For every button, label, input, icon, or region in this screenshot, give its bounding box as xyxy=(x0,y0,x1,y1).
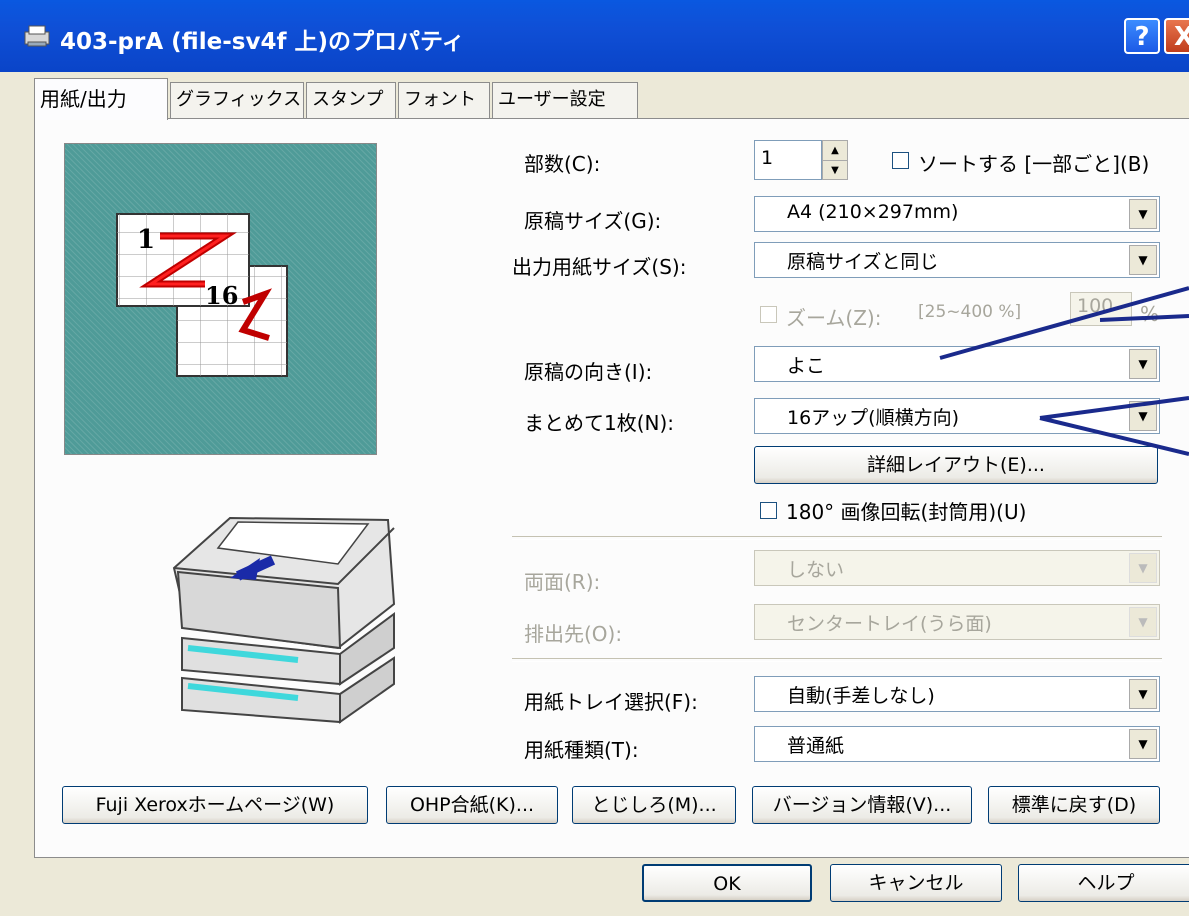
nup-preview-graphic: 1 16 xyxy=(116,213,288,377)
paper-type-label: 用紙種類(T): xyxy=(524,738,639,762)
chevron-down-icon[interactable]: ▼ xyxy=(1129,679,1157,709)
copies-label: 部数(C): xyxy=(524,152,601,176)
duplex-select[interactable]: しない ▼ xyxy=(754,550,1160,586)
spin-down-icon[interactable]: ▼ xyxy=(823,161,847,180)
rotate-label: 180° 画像回転(封筒用)(U) xyxy=(786,500,1027,524)
help-button[interactable]: ヘルプ xyxy=(1018,864,1189,902)
ok-button[interactable]: OK xyxy=(642,864,812,902)
tray-select[interactable]: 自動(手差しなし) ▼ xyxy=(754,676,1160,712)
zoom-label: ズーム(Z): xyxy=(786,306,882,330)
output-dest-label: 排出先(O): xyxy=(524,622,623,646)
sort-checkbox[interactable] xyxy=(892,152,909,169)
duplex-label: 両面(R): xyxy=(524,570,601,594)
title-bar: 403-prA (file-sv4f 上)のプロパティ ? X xyxy=(0,0,1189,72)
chevron-down-icon[interactable]: ▼ xyxy=(1129,607,1157,637)
preview-last-number: 16 xyxy=(205,281,238,310)
reset-button[interactable]: 標準に戻す(D) xyxy=(988,786,1160,824)
tab-paper-output[interactable]: 用紙/出力 xyxy=(34,78,168,120)
tab-stamp[interactable]: スタンプ xyxy=(306,82,396,118)
output-size-label: 出力用紙サイズ(S): xyxy=(512,255,687,279)
homepage-button[interactable]: Fuji Xeroxホームページ(W) xyxy=(62,786,368,824)
detail-layout-button[interactable]: 詳細レイアウト(E)... xyxy=(754,446,1158,484)
layout-preview: 1 16 xyxy=(64,143,377,455)
zoom-input[interactable]: 100 xyxy=(1070,292,1132,326)
chevron-down-icon[interactable]: ▼ xyxy=(1129,245,1157,275)
ohp-button[interactable]: OHP合紙(K)... xyxy=(386,786,558,824)
chevron-down-icon[interactable]: ▼ xyxy=(1129,553,1157,583)
zoom-checkbox[interactable] xyxy=(760,306,777,323)
copies-spinner[interactable]: ▲ ▼ xyxy=(822,140,848,180)
tab-graphics[interactable]: グラフィックス xyxy=(170,82,304,118)
chevron-down-icon[interactable]: ▼ xyxy=(1129,199,1157,229)
sort-label: ソートする [一部ごと](B) xyxy=(918,152,1150,176)
tab-font[interactable]: フォント xyxy=(398,82,490,118)
binding-button[interactable]: とじしろ(M)... xyxy=(572,786,736,824)
printer-illustration xyxy=(172,516,396,724)
nup-label: まとめて1枚(N): xyxy=(524,411,675,435)
zoom-unit: % xyxy=(1140,302,1160,326)
version-button[interactable]: バージョン情報(V)... xyxy=(752,786,972,824)
copies-input[interactable]: 1 xyxy=(754,140,822,180)
original-size-label: 原稿サイズ(G): xyxy=(524,209,662,233)
separator xyxy=(512,658,1162,662)
cancel-button[interactable]: キャンセル xyxy=(830,864,1002,902)
orientation-select[interactable]: よこ ▼ xyxy=(754,346,1160,382)
nup-select[interactable]: 16アップ(順横方向) ▼ xyxy=(754,398,1160,434)
chevron-down-icon[interactable]: ▼ xyxy=(1129,729,1157,759)
paper-type-select[interactable]: 普通紙 ▼ xyxy=(754,726,1160,762)
zoom-range: [25~400 %] xyxy=(918,302,1022,322)
original-size-select[interactable]: A4 (210×297mm) ▼ xyxy=(754,196,1160,232)
separator xyxy=(512,536,1162,540)
tray-label: 用紙トレイ選択(F): xyxy=(524,690,698,714)
help-title-button[interactable]: ? xyxy=(1124,18,1160,54)
window-title: 403-prA (file-sv4f 上)のプロパティ xyxy=(60,29,465,55)
output-size-select[interactable]: 原稿サイズと同じ ▼ xyxy=(754,242,1160,278)
orientation-label: 原稿の向き(I): xyxy=(524,360,653,384)
printer-icon xyxy=(24,25,50,47)
output-dest-select[interactable]: センタートレイ(うら面) ▼ xyxy=(754,604,1160,640)
close-button[interactable]: X xyxy=(1164,18,1189,54)
chevron-down-icon[interactable]: ▼ xyxy=(1129,401,1157,431)
chevron-down-icon[interactable]: ▼ xyxy=(1129,349,1157,379)
spin-up-icon[interactable]: ▲ xyxy=(823,141,847,161)
rotate-checkbox[interactable] xyxy=(760,502,777,519)
tab-user-settings[interactable]: ユーザー設定 xyxy=(492,82,638,118)
preview-first-number: 1 xyxy=(137,225,155,255)
